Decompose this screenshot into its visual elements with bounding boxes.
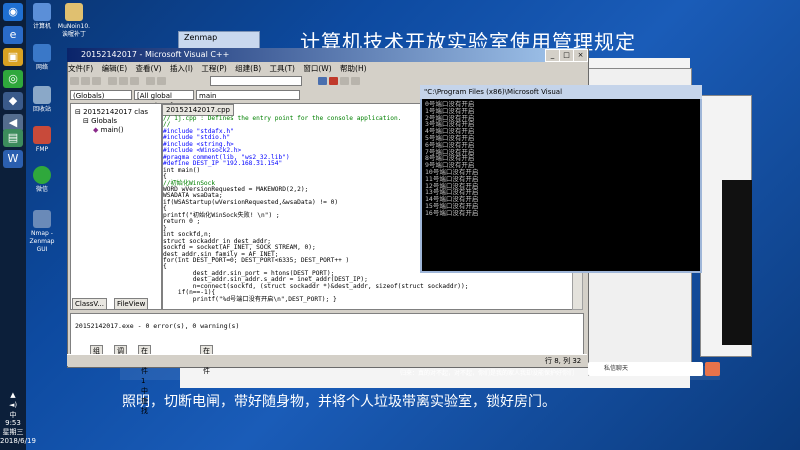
- function-icon: ◆: [93, 126, 99, 134]
- recycle-bin-icon: [33, 86, 51, 104]
- menu-window[interactable]: 窗口(W): [303, 64, 331, 73]
- network-icon: [33, 44, 51, 62]
- background-console: [722, 180, 752, 345]
- wechat-icon: [33, 166, 51, 184]
- find-combo[interactable]: [210, 76, 302, 86]
- desktop-icon-nmap[interactable]: Nmap - Zenmap GUI: [24, 210, 60, 254]
- copy-icon[interactable]: [119, 77, 128, 85]
- zenmap-title: Zenmap: [184, 33, 218, 42]
- open-icon[interactable]: [81, 77, 90, 85]
- status-bar: 行 8, 列 32: [67, 354, 587, 366]
- close-button[interactable]: ×: [573, 49, 588, 62]
- tree-main[interactable]: ◆ main(): [93, 126, 124, 134]
- tab-classview[interactable]: ClassV...: [72, 298, 107, 310]
- function-combo[interactable]: main: [196, 90, 300, 100]
- chat-icon[interactable]: [705, 362, 720, 376]
- menu-bar: 文件(F) 编辑(E) 查看(V) 插入(I) 工程(P) 组建(B) 工具(T…: [68, 63, 373, 75]
- menu-build[interactable]: 组建(B): [235, 64, 261, 73]
- cut-icon[interactable]: [108, 77, 117, 85]
- vc-titlebar[interactable]: 20152142017 - Microsoft Visual C++ _ □ ×: [67, 48, 588, 62]
- class-combo[interactable]: (Globals): [70, 90, 132, 100]
- menu-help[interactable]: 帮助(H): [340, 64, 367, 73]
- compile-icon[interactable]: [318, 77, 327, 85]
- ie-icon[interactable]: e: [3, 26, 23, 44]
- output-text: 20152142017.exe - 0 error(s), 0 warning(…: [75, 322, 240, 330]
- strip-text: 归来：真的对不起，对不起，你们是我的家人我却没能保护好你们: [400, 370, 575, 377]
- console-output: 0号端口没有开启 1号端口没有开启 2号端口没有开启 3号端口没有开启 4号端口没有开启…: [425, 101, 478, 217]
- network-icon[interactable]: ◆: [3, 92, 23, 110]
- save-icon[interactable]: [92, 77, 101, 85]
- app-icon[interactable]: ▤: [3, 129, 23, 147]
- desktop-icon-computer[interactable]: 计算机: [24, 3, 60, 31]
- nmap-icon: [33, 210, 51, 228]
- volume-icon[interactable]: ◄): [5, 400, 21, 410]
- menu-project[interactable]: 工程(P): [201, 64, 226, 73]
- menu-view[interactable]: 查看(V): [136, 64, 162, 73]
- class-view-panel: ⊟ 20152142017 clas ⊟ Globals ◆ main(): [70, 103, 162, 310]
- desktop-icon-file[interactable]: MuNoin10.诶喔补丁: [56, 3, 92, 39]
- members-combo[interactable]: [All global members]: [134, 90, 194, 110]
- console-title: "C:\Program Files (x86)\Microsoft Visual…: [424, 88, 563, 96]
- minimize-button[interactable]: _: [545, 49, 560, 62]
- desktop-icon-wechat[interactable]: 微信: [24, 166, 60, 194]
- maximize-button[interactable]: □: [559, 49, 574, 62]
- console-titlebar[interactable]: "C:\Program Files (x86)\Microsoft Visual…: [420, 85, 702, 99]
- execute-icon[interactable]: [340, 77, 349, 85]
- tree-root[interactable]: ⊟ 20152142017 clas: [75, 108, 148, 116]
- up-arrow-icon[interactable]: ▲: [5, 390, 21, 400]
- code-line[interactable]: printf("%d号端口没有开启\n",DEST_PORT); }: [163, 296, 571, 303]
- vc-title: 20152142017 - Microsoft Visual C++: [81, 50, 230, 59]
- undo-icon[interactable]: [146, 77, 155, 85]
- desktop-icon-network[interactable]: 网络: [24, 44, 60, 72]
- clock-weekday: 星期三: [2, 428, 24, 436]
- menu-file[interactable]: 文件(F): [68, 64, 93, 73]
- taskbar: ◉ e ▣ ◎ ◆ ◀ ▤ W ▲ ◄) 中 9:53 星期三 2018/6/1…: [0, 0, 36, 450]
- redo-icon[interactable]: [157, 77, 166, 85]
- desktop-icon-fmp[interactable]: FMP: [24, 126, 60, 154]
- menu-tools[interactable]: 工具(T): [270, 64, 295, 73]
- word-icon[interactable]: W: [3, 150, 23, 168]
- fmp-icon: [33, 126, 51, 144]
- wechat-icon[interactable]: ◎: [3, 70, 23, 88]
- slide-bottom-text: 照明，切断电闸，带好随身物，并将个人垃圾带离实验室，锁好房门。: [122, 394, 556, 410]
- clock-date: 2018/6/19: [0, 437, 36, 445]
- folder-icon[interactable]: ▣: [3, 48, 23, 66]
- tree-globals[interactable]: ⊟ Globals: [83, 117, 117, 125]
- build-icon[interactable]: [329, 77, 338, 85]
- clock[interactable]: 9:53 星期三 2018/6/19: [0, 419, 36, 446]
- clock-time: 9:53: [5, 419, 21, 427]
- new-file-icon[interactable]: [70, 77, 79, 85]
- tab-fileview[interactable]: FileView: [114, 298, 149, 310]
- breakpoint-icon[interactable]: [351, 77, 360, 85]
- chat-bar[interactable]: 私信聊天: [588, 362, 703, 376]
- desktop-icon-recycle[interactable]: 回收站: [24, 86, 60, 114]
- folder-icon: [65, 3, 83, 21]
- cursor-position: 行 8, 列 32: [545, 357, 582, 365]
- start-icon[interactable]: ◉: [3, 3, 23, 21]
- console-line: 16号端口没有开启: [425, 208, 479, 217]
- menu-edit[interactable]: 编辑(E): [102, 64, 128, 73]
- paste-icon[interactable]: [130, 77, 139, 85]
- menu-insert[interactable]: 插入(I): [170, 64, 193, 73]
- computer-icon: [33, 3, 51, 21]
